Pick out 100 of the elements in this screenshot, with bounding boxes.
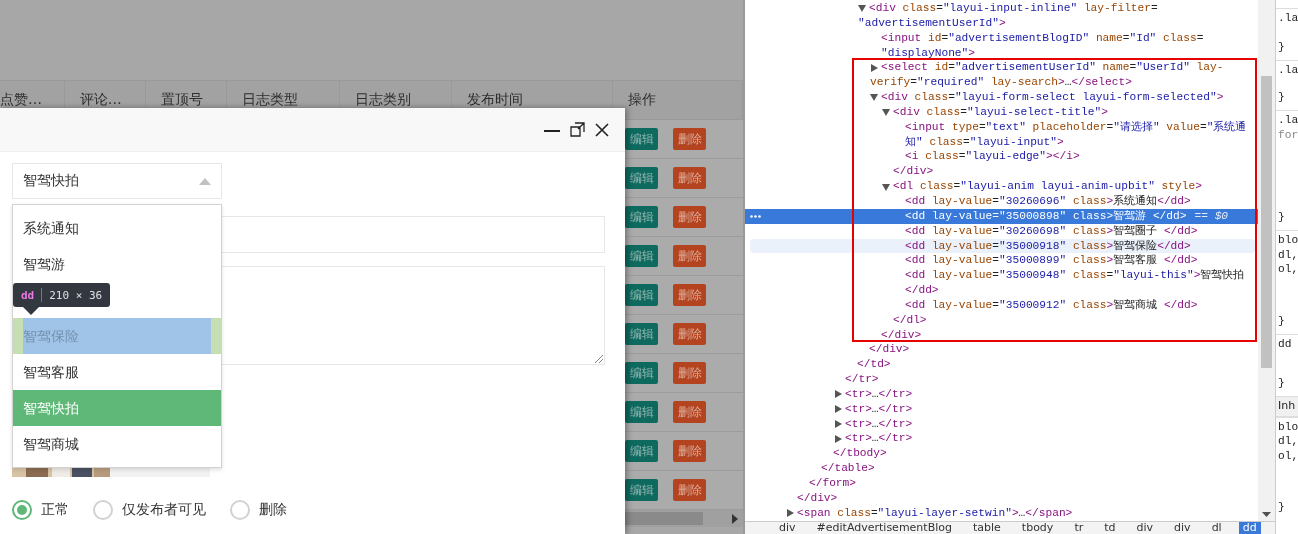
- style-text: }: [1278, 39, 1286, 55]
- edit-button[interactable]: 编辑: [625, 284, 658, 306]
- breadcrumb-item[interactable]: tr: [1070, 522, 1088, 534]
- delete-button[interactable]: 删除: [673, 167, 706, 189]
- scrollbar-thumb[interactable]: [1261, 76, 1272, 368]
- code-text: </div>: [881, 327, 922, 343]
- expanded-arrow-icon[interactable]: [858, 4, 866, 13]
- style-text: }: [1278, 313, 1286, 329]
- code-text: </tbody>: [833, 446, 887, 462]
- dropdown-option[interactable]: 智驾游: [13, 246, 221, 282]
- code-text: </dd>: [905, 283, 939, 298]
- breadcrumb-item[interactable]: td: [1100, 522, 1120, 534]
- breadcrumb-item[interactable]: div: [1170, 522, 1195, 534]
- delete-button[interactable]: 删除: [673, 284, 706, 306]
- code-text: <dd lay-value="30260698" class>智驾圈子 </dd>: [905, 223, 1198, 239]
- delete-button[interactable]: 删除: [673, 245, 706, 267]
- code-text: <dl class="layui-anim layui-anim-upbit" style>: [893, 179, 1202, 194]
- collapsed-arrow-icon[interactable]: [834, 405, 842, 414]
- edit-button[interactable]: 编辑: [625, 323, 658, 345]
- code-text: <div class="layui-form-select layui-form-selected">: [881, 90, 1224, 105]
- style-text: blo: [1278, 419, 1298, 434]
- code-text: "displayNone">: [881, 45, 975, 61]
- scrollbar-thumb[interactable]: [625, 512, 703, 525]
- code-text: </form>: [809, 476, 856, 491]
- edit-button[interactable]: 编辑: [625, 440, 658, 462]
- code-text: <dd lay-value="35000898" class>智驾游 </dd>: [905, 208, 1187, 224]
- code-text: </div>: [797, 490, 838, 506]
- style-text: }: [1278, 500, 1286, 515]
- console-reference: == $0: [1194, 208, 1229, 224]
- edit-button[interactable]: 编辑: [625, 206, 658, 228]
- dropdown-option[interactable]: 智驾商城: [13, 426, 221, 462]
- code-text: </table>: [821, 461, 875, 476]
- delete-button[interactable]: 删除: [673, 401, 706, 423]
- code-text: <div class="layui-select-title">: [893, 104, 1108, 120]
- edit-button[interactable]: 编辑: [625, 167, 658, 189]
- scroll-down-icon[interactable]: [1262, 512, 1271, 517]
- edit-button[interactable]: 编辑: [625, 362, 658, 384]
- edit-button[interactable]: 编辑: [625, 245, 658, 267]
- breadcrumb-item[interactable]: tbody: [1017, 522, 1058, 534]
- code-text: <dd lay-value="35000918" class>智驾保险</dd>: [905, 238, 1191, 254]
- code-text: </div>: [893, 164, 934, 180]
- close-icon[interactable]: [595, 122, 609, 137]
- category-select[interactable]: 智驾快拍: [12, 163, 222, 199]
- code-text: </tr>: [845, 372, 879, 387]
- delete-button[interactable]: 删除: [673, 479, 706, 501]
- delete-button[interactable]: 删除: [673, 362, 706, 384]
- radio-button[interactable]: 正常: [12, 500, 69, 520]
- code-text: verify="required" lay-search>…</select>: [870, 75, 1132, 91]
- column-header: 置顶号: [160, 91, 203, 109]
- collapsed-arrow-icon[interactable]: [786, 509, 794, 518]
- delete-button[interactable]: 删除: [673, 128, 706, 150]
- dropdown-option[interactable]: 智驾客服: [13, 354, 221, 390]
- style-text: .la: [1278, 63, 1298, 78]
- code-text: </td>: [857, 357, 891, 373]
- edit-button[interactable]: 编辑: [625, 401, 658, 423]
- dropdown-option[interactable]: 智驾保险: [13, 318, 221, 354]
- breadcrumb-item[interactable]: table: [968, 522, 1005, 534]
- style-text: blo: [1278, 233, 1298, 248]
- code-text: <dd lay-value="30260696" class>系统通知</dd>: [905, 193, 1191, 209]
- collapsed-arrow-icon[interactable]: [834, 434, 842, 443]
- code-text: <tr>…</tr>: [845, 416, 913, 432]
- breadcrumb-item[interactable]: div: [1132, 522, 1158, 534]
- edit-button[interactable]: 编辑: [625, 128, 658, 150]
- delete-button[interactable]: 删除: [673, 323, 706, 345]
- column-header: 评论…: [79, 91, 122, 109]
- collapsed-arrow-icon[interactable]: [870, 63, 878, 72]
- breadcrumb-item[interactable]: div: [775, 522, 800, 534]
- expanded-arrow-icon[interactable]: [882, 108, 890, 117]
- style-text: }: [1278, 89, 1286, 105]
- scroll-right-icon[interactable]: [732, 513, 738, 524]
- style-text: ol,: [1278, 262, 1298, 277]
- radio-button[interactable]: 删除: [230, 500, 287, 520]
- code-text: <div class="layui-input-inline" lay-filter=: [869, 1, 1158, 16]
- column-header: 操作: [628, 91, 657, 109]
- code-text: <input id="advertisementBlogID" name="Id" class=: [881, 30, 1204, 46]
- breadcrumb-item[interactable]: #editAdvertisementBlog: [812, 522, 956, 534]
- code-text: <i class="layui-edge"></i>: [905, 149, 1080, 165]
- delete-button[interactable]: 删除: [673, 206, 706, 228]
- expanded-arrow-icon[interactable]: [882, 182, 890, 191]
- code-text: </dl>: [893, 312, 927, 328]
- radio-button[interactable]: 仅发布者可见: [93, 500, 206, 520]
- dropdown-option[interactable]: 系统通知: [13, 210, 221, 246]
- resize-grip-icon[interactable]: [594, 354, 603, 363]
- collapsed-arrow-icon[interactable]: [834, 390, 842, 399]
- more-icon[interactable]: [750, 214, 761, 218]
- code-text: <select id="advertisementUserId" name="UserId" lay-: [881, 60, 1224, 76]
- maximize-icon[interactable]: [570, 122, 585, 137]
- breadcrumb-item[interactable]: dd: [1238, 522, 1261, 534]
- breadcrumb-item[interactable]: dl: [1207, 522, 1226, 534]
- selected-row[interactable]: <dd lay-value="35000898" class>智驾游 </dd> == $0: [745, 208, 1258, 224]
- column-header: 日志类型: [242, 91, 299, 109]
- dropdown-option[interactable]: 智驾快拍: [13, 390, 221, 426]
- code-text: </div>: [869, 342, 910, 358]
- hovered-row[interactable]: <dd lay-value="35000918" class>智驾保险</dd>: [750, 238, 1255, 254]
- edit-button[interactable]: 编辑: [625, 479, 658, 501]
- style-text: .la: [1278, 11, 1298, 26]
- delete-button[interactable]: 删除: [673, 440, 706, 462]
- collapsed-arrow-icon[interactable]: [834, 420, 842, 429]
- expanded-arrow-icon[interactable]: [870, 93, 878, 102]
- style-text: }: [1278, 375, 1286, 391]
